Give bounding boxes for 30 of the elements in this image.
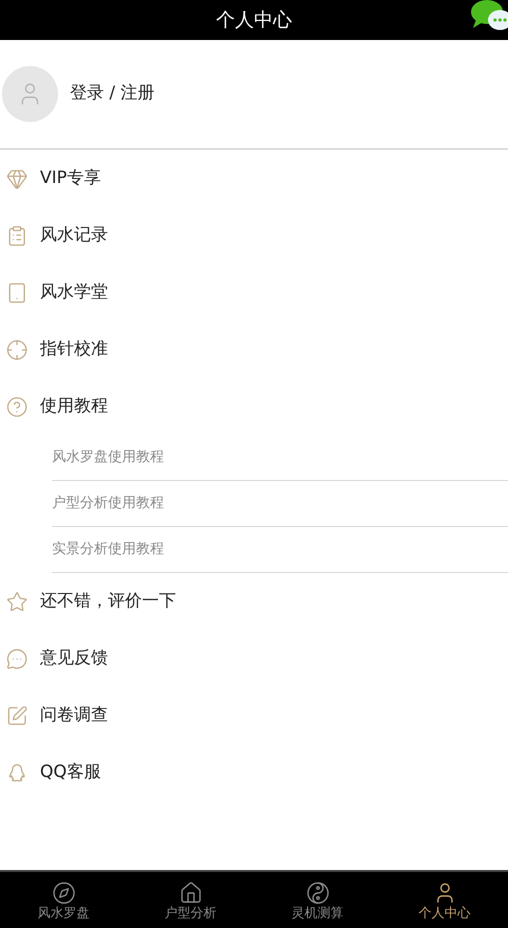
diamond-icon <box>6 168 28 190</box>
help-icon <box>6 396 28 418</box>
crosshair-icon <box>6 338 28 360</box>
tutorial-link[interactable]: 实景分析使用教程 <box>52 527 508 573</box>
header-title: 个人中心 <box>216 8 292 33</box>
menu-item[interactable]: 指针校准 <box>0 321 508 378</box>
tab[interactable]: 风水罗盘 <box>0 872 127 928</box>
menu-item[interactable]: VIP专享 <box>0 150 508 207</box>
tab[interactable]: 户型分析 <box>127 872 254 928</box>
tab[interactable]: 个人中心 <box>381 872 508 928</box>
compass-icon <box>52 880 76 904</box>
chat-bubble-icon <box>6 648 28 670</box>
tablet-icon <box>6 282 28 304</box>
tutorial-link[interactable]: 户型分析使用教程 <box>52 481 508 527</box>
menu-item[interactable]: 风水学堂 <box>0 264 508 321</box>
yin-yang-icon <box>306 880 330 904</box>
menu-item[interactable]: 意见反馈 <box>0 630 508 687</box>
star-icon <box>6 590 28 612</box>
menu-item[interactable]: 使用教程 <box>0 378 508 435</box>
login-link[interactable]: 登录 / 注册 <box>70 81 155 107</box>
clipboard-icon <box>6 224 28 246</box>
menu-item[interactable]: 问卷调查 <box>0 687 508 744</box>
tab[interactable]: 灵机测算 <box>254 872 381 928</box>
menu-item[interactable]: QQ客服 <box>0 744 508 801</box>
menu-item[interactable]: 风水记录 <box>0 207 508 264</box>
penguin-icon <box>6 762 28 784</box>
tutorial-link[interactable]: 风水罗盘使用教程 <box>52 435 508 481</box>
menu-item[interactable]: 还不错，评价一下 <box>0 573 508 630</box>
edit-icon <box>6 704 28 726</box>
house-icon <box>178 880 202 904</box>
